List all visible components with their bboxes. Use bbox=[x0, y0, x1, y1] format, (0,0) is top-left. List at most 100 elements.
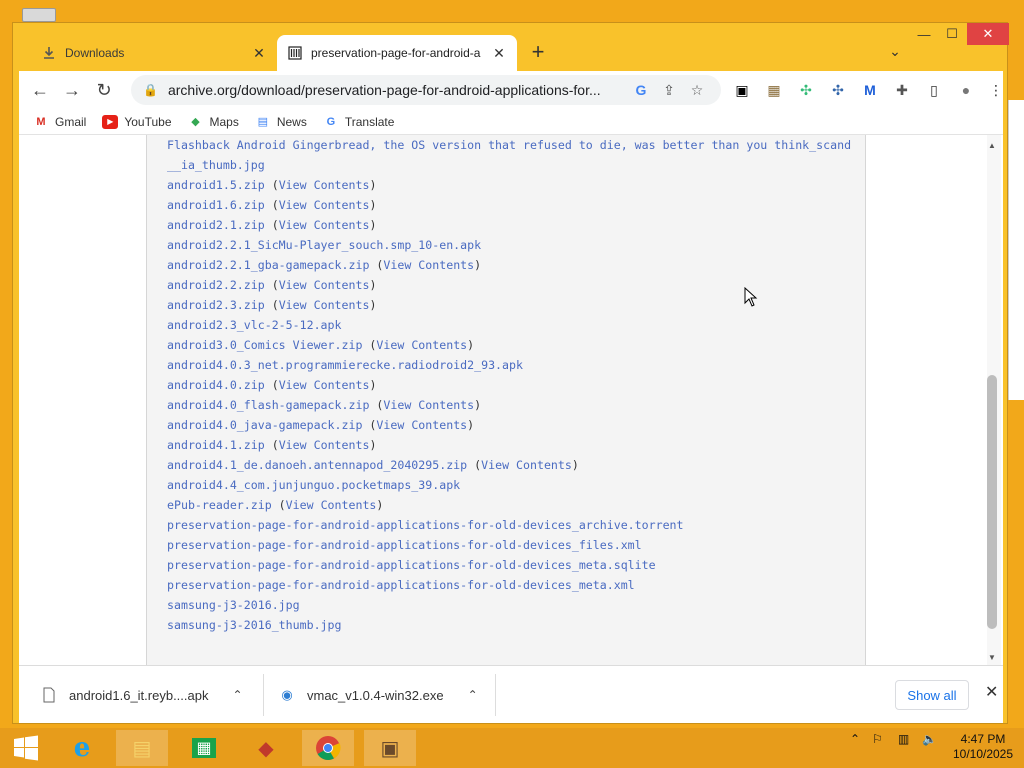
bookmark-maps[interactable]: ◆ Maps bbox=[188, 115, 239, 129]
scroll-up-arrow[interactable]: ▲ bbox=[987, 139, 997, 151]
file-link[interactable]: android2.1.zip bbox=[167, 218, 265, 232]
view-contents-link[interactable]: View Contents bbox=[279, 218, 370, 232]
chevron-up-icon[interactable]: ⌃ bbox=[468, 688, 478, 702]
file-link[interactable]: preservation-page-for-android-applicatio… bbox=[167, 558, 656, 572]
star-icon[interactable]: ☆ bbox=[683, 78, 711, 102]
file-link[interactable]: ePub-reader.zip bbox=[167, 498, 272, 512]
view-contents-link[interactable]: View Contents bbox=[481, 458, 572, 472]
view-contents-link[interactable]: View Contents bbox=[383, 398, 474, 412]
bookmark-youtube[interactable]: ▶ YouTube bbox=[102, 114, 172, 129]
flag-icon[interactable]: ⚐ bbox=[872, 732, 883, 746]
file-link[interactable]: android2.2.1_SicMu-Player_souch.smp_10-e… bbox=[167, 238, 481, 252]
extension-icon[interactable]: ✣ bbox=[793, 77, 819, 103]
url-text[interactable]: archive.org/download/preservation-page-f… bbox=[168, 82, 627, 98]
view-contents-link[interactable]: View Contents bbox=[279, 178, 370, 192]
view-contents-link[interactable]: View Contents bbox=[279, 198, 370, 212]
paren: ( bbox=[467, 458, 482, 472]
bookmarks-bar: M Gmail ▶ YouTube ◆ Maps ▤ News G Transl… bbox=[19, 109, 1003, 135]
close-icon[interactable]: ✕ bbox=[985, 682, 998, 702]
file-link[interactable]: preservation-page-for-android-applicatio… bbox=[167, 538, 642, 552]
news-icon: ▤ bbox=[257, 116, 269, 128]
side-panel-icon[interactable]: ▯ bbox=[921, 77, 947, 103]
file-link[interactable]: android4.0_flash-gamepack.zip bbox=[167, 398, 369, 412]
download-item[interactable]: ◉ vmac_v1.0.4-win32.exe ⌃ bbox=[279, 680, 478, 710]
file-link[interactable]: android4.4_com.junjunguo.pocketmaps_39.a… bbox=[167, 478, 460, 492]
start-icon[interactable] bbox=[0, 730, 52, 766]
app-icon[interactable]: ◆ bbox=[240, 730, 292, 766]
view-contents-link[interactable]: View Contents bbox=[279, 298, 370, 312]
window-close-button[interactable]: ✕ bbox=[967, 23, 1009, 45]
extension-icon[interactable]: ▣ bbox=[729, 77, 755, 103]
scroll-down-arrow[interactable]: ▼ bbox=[987, 651, 997, 663]
store-icon[interactable]: ▦ bbox=[178, 730, 230, 766]
file-link[interactable]: android3.0_Comics Viewer.zip bbox=[167, 338, 362, 352]
share-icon[interactable]: ⇪ bbox=[655, 78, 683, 102]
chrome-icon[interactable] bbox=[302, 730, 354, 766]
clock[interactable]: 4:47 PM 10/10/2025 bbox=[948, 732, 1018, 762]
paren: ( bbox=[264, 178, 279, 192]
file-link[interactable]: android4.0.zip bbox=[167, 378, 265, 392]
tray-chevron-icon[interactable]: ⌃ bbox=[850, 732, 860, 746]
minimize-button[interactable]: — bbox=[911, 23, 937, 45]
view-contents-link[interactable]: View Contents bbox=[279, 378, 370, 392]
chevron-up-icon[interactable]: ⌃ bbox=[232, 688, 242, 702]
back-button[interactable]: ← bbox=[25, 75, 55, 105]
extension-icon[interactable]: ▦ bbox=[761, 77, 787, 103]
forward-button[interactable]: → bbox=[57, 75, 87, 105]
lock-icon[interactable]: 🔒 bbox=[143, 83, 158, 97]
file-link[interactable]: android2.2.zip bbox=[167, 278, 265, 292]
internet-explorer-icon[interactable]: e bbox=[56, 730, 108, 766]
file-link[interactable]: samsung-j3-2016.jpg bbox=[167, 598, 300, 612]
bookmark-gmail[interactable]: M Gmail bbox=[33, 115, 86, 129]
file-link[interactable]: __ia_thumb.jpg bbox=[167, 158, 265, 172]
extension-icon[interactable]: M bbox=[857, 77, 883, 103]
network-icon[interactable]: ▥ bbox=[898, 732, 909, 746]
file-link[interactable]: android2.3.zip bbox=[167, 298, 265, 312]
tab-downloads[interactable]: Downloads ✕ bbox=[31, 35, 277, 71]
app-icon[interactable]: ▣ bbox=[364, 730, 416, 766]
address-bar[interactable]: 🔒 archive.org/download/preservation-page… bbox=[131, 75, 721, 105]
file-link[interactable]: android4.1.zip bbox=[167, 438, 265, 452]
download-icon bbox=[41, 45, 57, 61]
chevron-down-icon[interactable]: ⌄ bbox=[883, 39, 907, 63]
view-contents-link[interactable]: View Contents bbox=[376, 338, 467, 352]
view-contents-link[interactable]: View Contents bbox=[286, 498, 377, 512]
file-link[interactable]: android1.6.zip bbox=[167, 198, 265, 212]
paren: ) bbox=[369, 278, 377, 292]
file-link[interactable]: android1.5.zip bbox=[167, 178, 265, 192]
puzzle-icon[interactable]: ✚ bbox=[889, 77, 915, 103]
desktop-icon[interactable] bbox=[22, 8, 56, 22]
close-icon[interactable]: ✕ bbox=[251, 45, 267, 61]
file-link[interactable]: preservation-page-for-android-applicatio… bbox=[167, 518, 684, 532]
view-contents-link[interactable]: View Contents bbox=[279, 278, 370, 292]
scrollbar[interactable]: ▲ ▼ bbox=[987, 135, 1001, 665]
download-item[interactable]: android1.6_it.reyb....apk ⌃ bbox=[41, 680, 243, 710]
extension-icon[interactable]: ✣ bbox=[825, 77, 851, 103]
paren: ) bbox=[376, 498, 384, 512]
file-link[interactable]: preservation-page-for-android-applicatio… bbox=[167, 578, 635, 592]
volume-icon[interactable]: 🔈 bbox=[922, 732, 937, 746]
file-link[interactable]: samsung-j3-2016_thumb.jpg bbox=[167, 618, 342, 632]
file-explorer-icon[interactable]: ▤ bbox=[116, 730, 168, 766]
view-contents-link[interactable]: View Contents bbox=[376, 418, 467, 432]
show-all-button[interactable]: Show all bbox=[895, 680, 969, 710]
file-link[interactable]: android4.0.3_net.programmierecke.radiodr… bbox=[167, 358, 523, 372]
bookmark-news[interactable]: ▤ News bbox=[255, 115, 307, 129]
bookmark-translate[interactable]: G Translate bbox=[323, 115, 395, 129]
maximize-button[interactable]: ☐ bbox=[939, 23, 965, 45]
new-tab-button[interactable]: + bbox=[525, 39, 551, 65]
google-icon[interactable]: G bbox=[627, 78, 655, 102]
view-contents-link[interactable]: View Contents bbox=[279, 438, 370, 452]
view-contents-link[interactable]: View Contents bbox=[383, 258, 474, 272]
more-menu-icon[interactable]: ⋮ bbox=[983, 77, 1009, 103]
close-icon[interactable]: ✕ bbox=[491, 45, 507, 61]
file-link[interactable]: android2.2.1_gba-gamepack.zip bbox=[167, 258, 369, 272]
scrollbar-thumb[interactable] bbox=[987, 375, 997, 629]
file-link[interactable]: android4.0_java-gamepack.zip bbox=[167, 418, 362, 432]
tab-archive[interactable]: preservation-page-for-android-a ✕ bbox=[277, 35, 517, 71]
file-link[interactable]: Flashback Android Gingerbread, the OS ve… bbox=[167, 138, 851, 152]
reload-button[interactable]: ↻ bbox=[89, 75, 119, 105]
file-link[interactable]: android2.3_vlc-2-5-12.apk bbox=[167, 318, 342, 332]
file-link[interactable]: android4.1_de.danoeh.antennapod_2040295.… bbox=[167, 458, 467, 472]
profile-icon[interactable]: ● bbox=[953, 77, 979, 103]
